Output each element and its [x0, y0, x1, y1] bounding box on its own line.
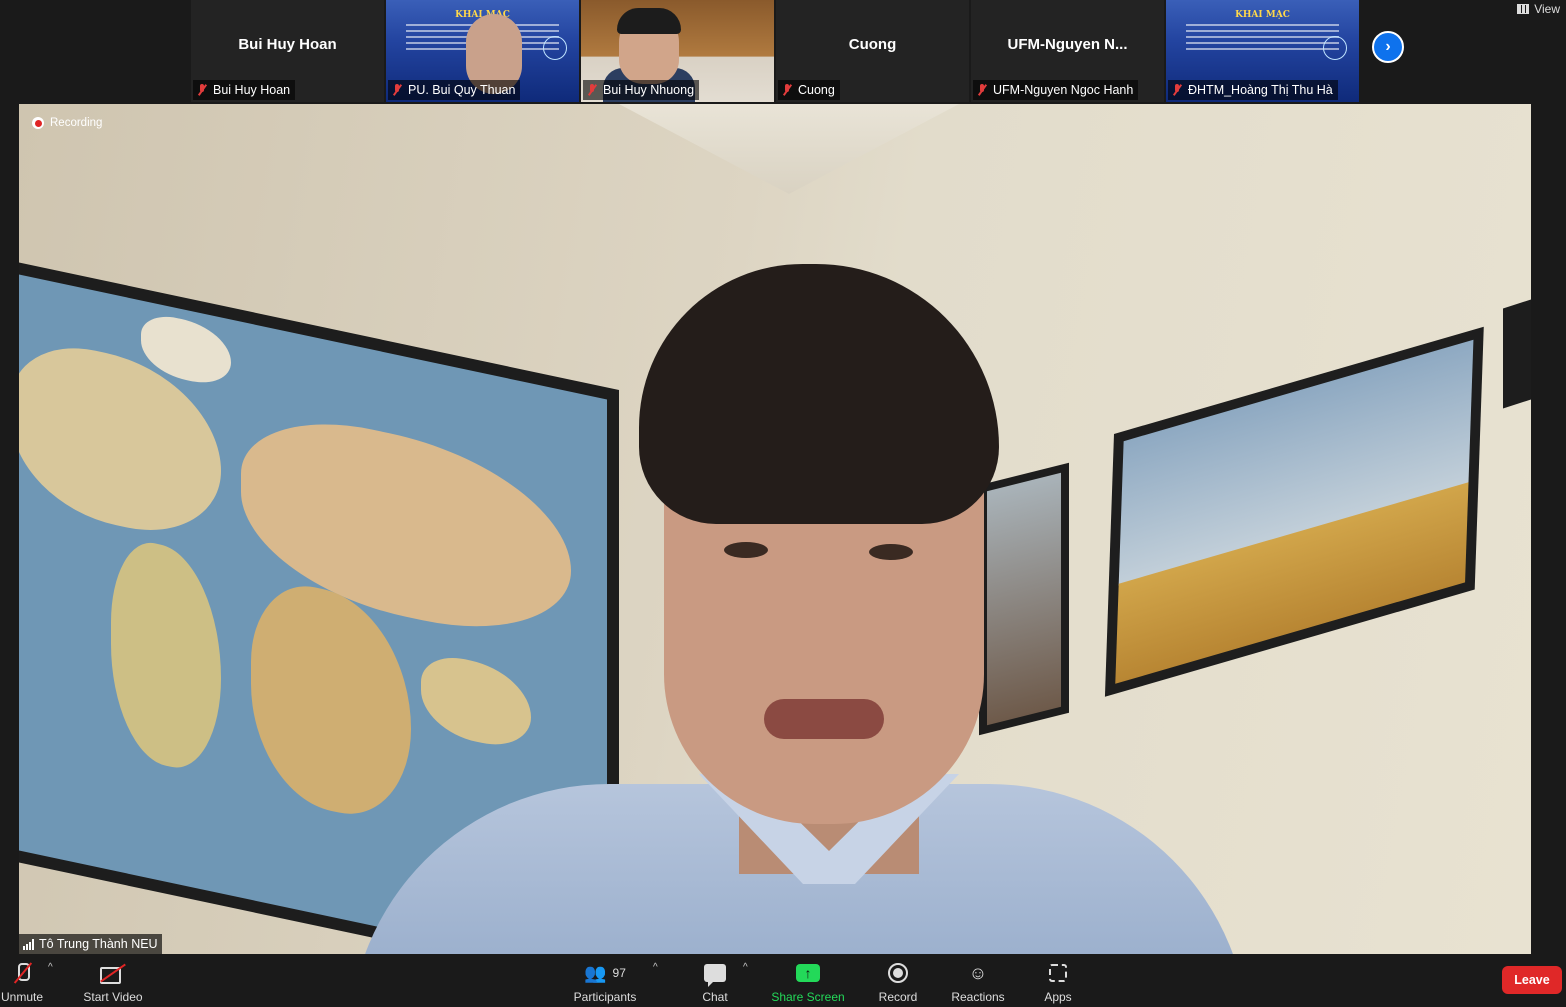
share-screen-button[interactable]: ↑ Share Screen	[771, 960, 845, 1004]
participant-tile[interactable]: KHAI MẠC PU. Bui Quy Thuan	[386, 0, 579, 102]
recording-indicator[interactable]: Recording	[32, 117, 102, 129]
record-button[interactable]: Record	[876, 960, 920, 1004]
participants-options-caret[interactable]: ^	[653, 962, 658, 973]
participant-center-name: UFM-Nguyen N...	[1007, 36, 1128, 53]
record-dot-icon	[32, 117, 44, 129]
participants-button[interactable]: 👥 97 Participants	[572, 960, 638, 1005]
participant-strip: Bui Huy Hoan Bui Huy Hoan KHAI MẠC PU. B…	[0, 0, 1566, 104]
active-speaker-video: Recording Tô Trung Thành NEU	[19, 104, 1531, 954]
participant-name-label: UFM-Nguyen Ngoc Hanh	[973, 80, 1139, 100]
participant-tile[interactable]: Bui Huy Hoan Bui Huy Hoan	[191, 0, 384, 102]
mic-muted-icon	[392, 84, 402, 96]
participant-name-label: ĐHTM_Hoàng Thị Thu Hà	[1168, 80, 1338, 100]
reactions-button[interactable]: ☺ Reactions	[950, 960, 1006, 1005]
atom-logo-icon	[1323, 36, 1347, 60]
next-page-button[interactable]: ›	[1372, 31, 1404, 63]
leave-button[interactable]: Leave	[1502, 966, 1562, 994]
chat-options-caret[interactable]: ^	[743, 962, 748, 973]
mic-muted-icon	[587, 84, 597, 96]
participant-name-label: Cuong	[778, 80, 840, 100]
smiley-icon: ☺	[968, 962, 988, 983]
share-screen-icon: ↑	[796, 964, 820, 982]
mic-muted-icon	[782, 84, 792, 96]
atom-logo-icon	[543, 36, 567, 60]
participant-tile[interactable]: KHAI MẠC ĐHTM_Hoàng Thị Thu Hà	[1166, 0, 1359, 102]
apps-icon	[1049, 964, 1067, 982]
chevron-right-icon: ›	[1385, 38, 1391, 55]
participant-tile[interactable]: Cuong Cuong	[776, 0, 969, 102]
microphone-muted-icon	[10, 961, 34, 985]
unmute-button[interactable]: Unmute	[0, 960, 44, 1004]
participant-tile[interactable]: Bui Huy Nhuong	[581, 0, 774, 102]
participants-icon: 👥	[584, 962, 607, 983]
poster-title: KHAI MẠC	[1235, 10, 1290, 20]
video-off-icon	[100, 965, 126, 984]
participant-name-label: PU. Bui Quy Thuan	[388, 80, 521, 100]
speaker-name-label: Tô Trung Thành NEU	[19, 934, 162, 954]
participant-name-label: Bui Huy Nhuong	[583, 80, 700, 100]
view-button[interactable]: View	[1517, 2, 1560, 16]
start-video-button[interactable]: Start Video	[82, 960, 144, 1004]
mic-muted-icon	[1172, 84, 1182, 96]
participant-name-label: Bui Huy Hoan	[193, 80, 296, 100]
participants-count: 97	[612, 966, 626, 980]
audio-options-caret[interactable]: ^	[48, 962, 53, 973]
mic-muted-icon	[977, 84, 987, 96]
mic-muted-icon	[197, 84, 207, 96]
chat-icon	[704, 964, 726, 987]
participant-tile[interactable]: UFM-Nguyen N... UFM-Nguyen Ngoc Hanh	[971, 0, 1164, 102]
grid-view-icon	[1517, 4, 1530, 14]
meeting-controls: Unmute ^ Start Video 👥 97 Participants ^…	[0, 954, 1566, 1007]
chat-button[interactable]: Chat	[700, 960, 730, 1004]
signal-strength-icon	[23, 938, 34, 950]
participant-center-name: Cuong	[848, 36, 897, 53]
small-painting	[979, 462, 1069, 736]
record-icon	[888, 963, 908, 983]
participant-center-name: Bui Huy Hoan	[238, 36, 337, 53]
apps-button[interactable]: Apps	[1042, 960, 1074, 1004]
